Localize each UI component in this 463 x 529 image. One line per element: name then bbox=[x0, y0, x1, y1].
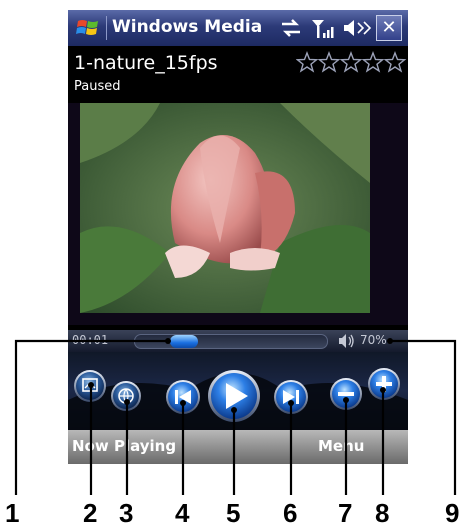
title-bar: Windows Media ✕ bbox=[68, 10, 408, 46]
previous-button[interactable] bbox=[166, 380, 200, 414]
star-icon bbox=[361, 51, 385, 73]
next-button[interactable] bbox=[274, 380, 308, 414]
playback-status: Paused bbox=[74, 79, 121, 94]
callout-number-3: 3 bbox=[119, 498, 134, 528]
star-icon bbox=[339, 51, 363, 73]
full-screen-button[interactable] bbox=[74, 370, 106, 402]
play-button[interactable] bbox=[208, 370, 260, 422]
video-area[interactable] bbox=[68, 103, 408, 325]
star-icon bbox=[317, 51, 341, 73]
connectivity-icon bbox=[282, 19, 300, 37]
control-bar bbox=[68, 352, 408, 430]
callout-number-5: 5 bbox=[226, 498, 241, 528]
web-button[interactable] bbox=[111, 381, 141, 411]
device-screen: Windows Media ✕ 1-nature_15fps Paused 00… bbox=[68, 10, 408, 464]
title-separator bbox=[106, 16, 107, 40]
star-icon bbox=[296, 51, 319, 73]
callout-number-9: 9 bbox=[445, 498, 460, 528]
volume-up-button[interactable] bbox=[368, 368, 400, 400]
callout-number-1: 1 bbox=[5, 498, 20, 528]
speaker-icon bbox=[339, 334, 354, 348]
softkey-menu[interactable]: Menu bbox=[318, 437, 364, 455]
signal-strength-icon bbox=[312, 20, 334, 38]
windows-start-icon[interactable] bbox=[76, 17, 100, 39]
seek-bar: 00:01 70% bbox=[68, 330, 408, 352]
volume-level: 70% bbox=[360, 333, 387, 347]
minus-icon bbox=[338, 392, 354, 396]
softkey-now-playing[interactable]: Now Playing bbox=[72, 437, 176, 455]
callout-number-4: 4 bbox=[175, 498, 190, 528]
media-title: 1-nature_15fps bbox=[74, 52, 218, 74]
seek-track[interactable] bbox=[134, 334, 328, 349]
close-button[interactable]: ✕ bbox=[376, 15, 402, 41]
rating-stars[interactable] bbox=[296, 50, 408, 76]
speaker-status-icon bbox=[344, 20, 372, 36]
video-frame bbox=[80, 103, 370, 313]
callout-number-6: 6 bbox=[283, 498, 298, 528]
seek-thumb[interactable] bbox=[170, 335, 198, 348]
volume-down-button[interactable] bbox=[330, 378, 362, 410]
status-icons[interactable] bbox=[278, 16, 374, 40]
callout-number-7: 7 bbox=[338, 498, 353, 528]
elapsed-time: 00:01 bbox=[72, 333, 109, 347]
softkey-bar: Now Playing Menu bbox=[68, 430, 408, 464]
app-title: Windows Media bbox=[112, 17, 263, 37]
star-icon bbox=[383, 51, 407, 73]
callout-number-2: 2 bbox=[83, 498, 98, 528]
callout-number-8: 8 bbox=[375, 498, 390, 528]
